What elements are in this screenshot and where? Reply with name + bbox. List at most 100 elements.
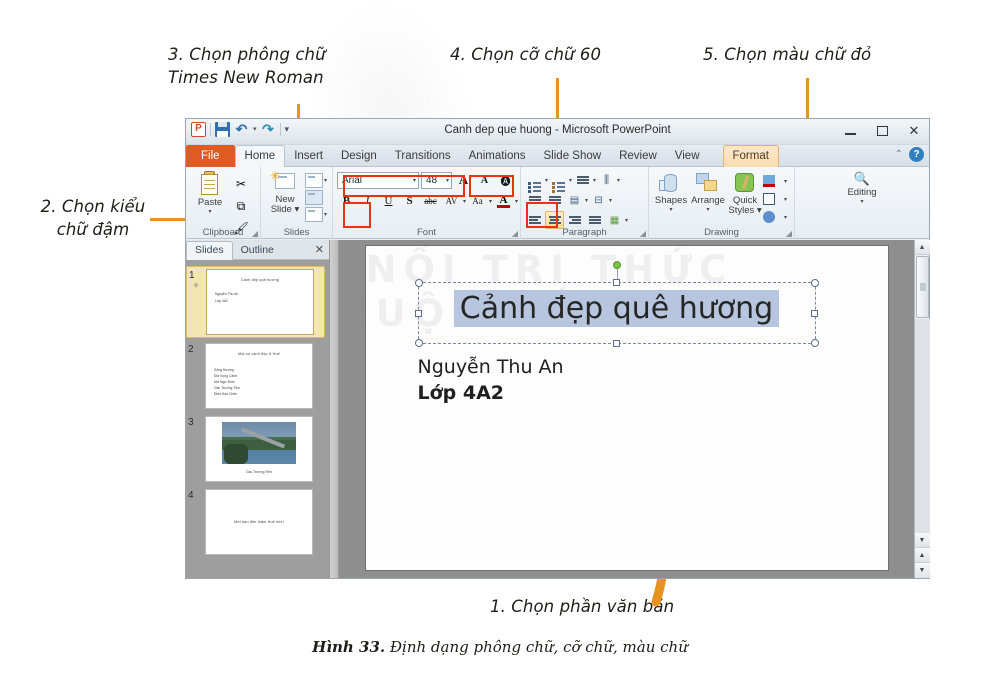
line-spacing-dropdown-icon[interactable]: ▾ xyxy=(593,177,596,184)
close-button[interactable]: ✕ xyxy=(903,121,925,141)
next-slide-button[interactable]: ▼ xyxy=(914,563,930,578)
body-placeholder[interactable]: Nguyễn Thu An Lớp 4A2 xyxy=(418,354,564,406)
handle-middle-left[interactable] xyxy=(415,309,422,317)
align-text-button[interactable]: ⊟ xyxy=(589,191,608,209)
highlight-bold-box xyxy=(343,202,371,228)
help-icon[interactable]: ? xyxy=(909,147,924,162)
pane-splitter[interactable] xyxy=(330,240,339,578)
slide-number-3: 3 xyxy=(188,417,194,428)
tab-insert[interactable]: Insert xyxy=(285,146,332,167)
arrange-button[interactable]: Arrange ▾ xyxy=(689,171,727,213)
scroll-up-button[interactable]: ▲ xyxy=(914,240,930,255)
text-direction-dropdown-icon[interactable]: ▾ xyxy=(617,177,620,184)
section-icon[interactable] xyxy=(305,207,323,222)
quick-styles-button[interactable]: Quick Styles ▾ xyxy=(727,171,763,216)
shapes-button[interactable]: Shapes ▾ xyxy=(653,171,689,213)
current-slide[interactable]: NỐI TRI THỨC CUỘC SỐNG Cảnh đẹp quê hươn… xyxy=(365,246,888,570)
numbering-button[interactable] xyxy=(549,171,568,193)
bullets-dropdown-icon[interactable]: ▾ xyxy=(545,177,548,184)
tab-view[interactable]: View xyxy=(666,146,709,167)
tab-transitions[interactable]: Transitions xyxy=(386,146,460,167)
bullets-button[interactable] xyxy=(525,171,544,193)
slide-thumbnail-3[interactable]: 3 Cầu Trường Tiền xyxy=(188,416,325,482)
smartart-dropdown-icon[interactable]: ▾ xyxy=(625,217,628,224)
tab-animations[interactable]: Animations xyxy=(460,146,535,167)
thumb-2-line-4: Cầu Trường Tiền xyxy=(214,386,240,390)
columns-dropdown-icon[interactable]: ▾ xyxy=(585,197,588,204)
thumb-3-picture xyxy=(222,422,296,464)
rotate-handle[interactable] xyxy=(612,261,621,269)
tab-slide-show[interactable]: Slide Show xyxy=(535,146,611,167)
section-dropdown-icon[interactable]: ▾ xyxy=(324,211,327,218)
vertical-scrollbar[interactable]: ▲ ▼ ▲ ▼ xyxy=(914,240,930,578)
title-text-line: Cảnh đẹp quê hương xyxy=(419,290,815,327)
previous-slide-button[interactable]: ▲ xyxy=(914,548,930,563)
font-dialog-launcher[interactable]: ◢ xyxy=(512,229,518,238)
handle-top-center[interactable] xyxy=(613,279,620,286)
editing-dropdown-icon[interactable]: ▾ xyxy=(860,198,863,205)
handle-middle-right[interactable] xyxy=(811,309,818,317)
cut-button[interactable]: ✂ xyxy=(230,173,252,195)
close-pane-icon[interactable]: ✕ xyxy=(315,243,324,256)
handle-bottom-right[interactable] xyxy=(810,339,819,347)
new-slide-button[interactable]: ✳ New Slide ▾ xyxy=(265,169,305,215)
tab-file[interactable]: File xyxy=(186,145,235,167)
scrollbar-track[interactable] xyxy=(914,319,930,533)
paragraph-dialog-launcher[interactable]: ◢ xyxy=(640,229,646,238)
tab-design[interactable]: Design xyxy=(332,146,386,167)
clipboard-dialog-launcher[interactable]: ◢ xyxy=(252,229,258,238)
shapes-dropdown-icon[interactable]: ▾ xyxy=(669,206,672,213)
arrange-dropdown-icon[interactable]: ▾ xyxy=(706,206,709,213)
pane-tab-slides[interactable]: Slides xyxy=(186,241,233,260)
paste-button[interactable]: Paste ▾ xyxy=(190,171,230,215)
shape-effects-dropdown-icon[interactable]: ▾ xyxy=(784,214,787,221)
title-placeholder[interactable]: Cảnh đẹp quê hương xyxy=(414,261,819,347)
line-spacing-button[interactable] xyxy=(573,171,592,189)
handle-bottom-center[interactable] xyxy=(613,340,620,347)
drawing-dialog-launcher[interactable]: ◢ xyxy=(786,229,792,238)
tab-home[interactable]: Home xyxy=(234,145,286,168)
layout-icon[interactable] xyxy=(305,173,323,188)
slide-thumbnail-1[interactable]: 1 ✧ Cảnh đẹp quê hương Nguyễn Thu An Lớp… xyxy=(186,266,325,338)
handle-top-right[interactable] xyxy=(810,279,819,287)
tab-format[interactable]: Format xyxy=(722,145,779,167)
shape-fill-button[interactable] xyxy=(763,173,783,189)
shape-fill-dropdown-icon[interactable]: ▾ xyxy=(784,178,787,185)
align-text-dropdown-icon[interactable]: ▾ xyxy=(609,197,612,204)
drawing-group-label: Drawing xyxy=(704,227,739,238)
slide-thumbnail-2[interactable]: 2 Một số cảnh đẹp ở Huế Sông Hương Đồi V… xyxy=(188,343,325,409)
shape-outline-button[interactable] xyxy=(763,191,783,207)
columns-button[interactable]: ▤ xyxy=(565,191,584,209)
paste-dropdown-icon[interactable]: ▾ xyxy=(208,208,211,215)
shape-outline-icon xyxy=(763,193,775,205)
minimize-button[interactable] xyxy=(839,121,861,141)
pane-tab-outline[interactable]: Outline xyxy=(233,242,282,259)
callout-4-font-size: 4. Chọn cỡ chữ 60 xyxy=(450,45,602,64)
shape-effects-button[interactable] xyxy=(763,209,783,225)
font-color-dropdown-icon[interactable]: ▾ xyxy=(515,198,518,205)
quick-styles-icon xyxy=(732,171,758,195)
numbering-dropdown-icon[interactable]: ▾ xyxy=(569,177,572,184)
slide-thumbnail-4[interactable]: 4 Mời bạn đến thăm Huế nhé! xyxy=(188,489,325,555)
highlight-font-color-box xyxy=(526,202,558,228)
change-case-dropdown-icon[interactable]: ▾ xyxy=(489,198,492,205)
paste-label: Paste xyxy=(197,197,223,208)
scroll-down-button[interactable]: ▼ xyxy=(914,533,930,548)
maximize-button[interactable] xyxy=(871,121,893,141)
editing-button[interactable]: 🔍 Editing ▾ xyxy=(840,171,884,205)
handle-bottom-left[interactable] xyxy=(414,339,423,347)
text-direction-button[interactable]: ⫼ xyxy=(597,171,616,189)
copy-button[interactable]: ⧉ xyxy=(230,195,252,217)
font-color-swatch xyxy=(497,204,511,208)
shape-outline-dropdown-icon[interactable]: ▾ xyxy=(784,196,787,203)
scrollbar-thumb[interactable] xyxy=(915,256,929,318)
collapse-ribbon-icon[interactable]: ⌃ xyxy=(895,149,903,160)
tab-review[interactable]: Review xyxy=(610,146,666,167)
figure-caption: Hình 33. Định dạng phông chữ, cỡ chữ, mà… xyxy=(0,638,1000,656)
figure-caption-text: Định dạng phông chữ, cỡ chữ, màu chữ xyxy=(385,638,688,656)
thumb-3-caption: Cầu Trường Tiền xyxy=(246,470,272,474)
reset-icon[interactable] xyxy=(305,190,323,205)
handle-top-left[interactable] xyxy=(414,279,423,287)
layout-dropdown-icon[interactable]: ▾ xyxy=(324,177,327,184)
character-spacing-dropdown-icon[interactable]: ▾ xyxy=(463,198,466,205)
